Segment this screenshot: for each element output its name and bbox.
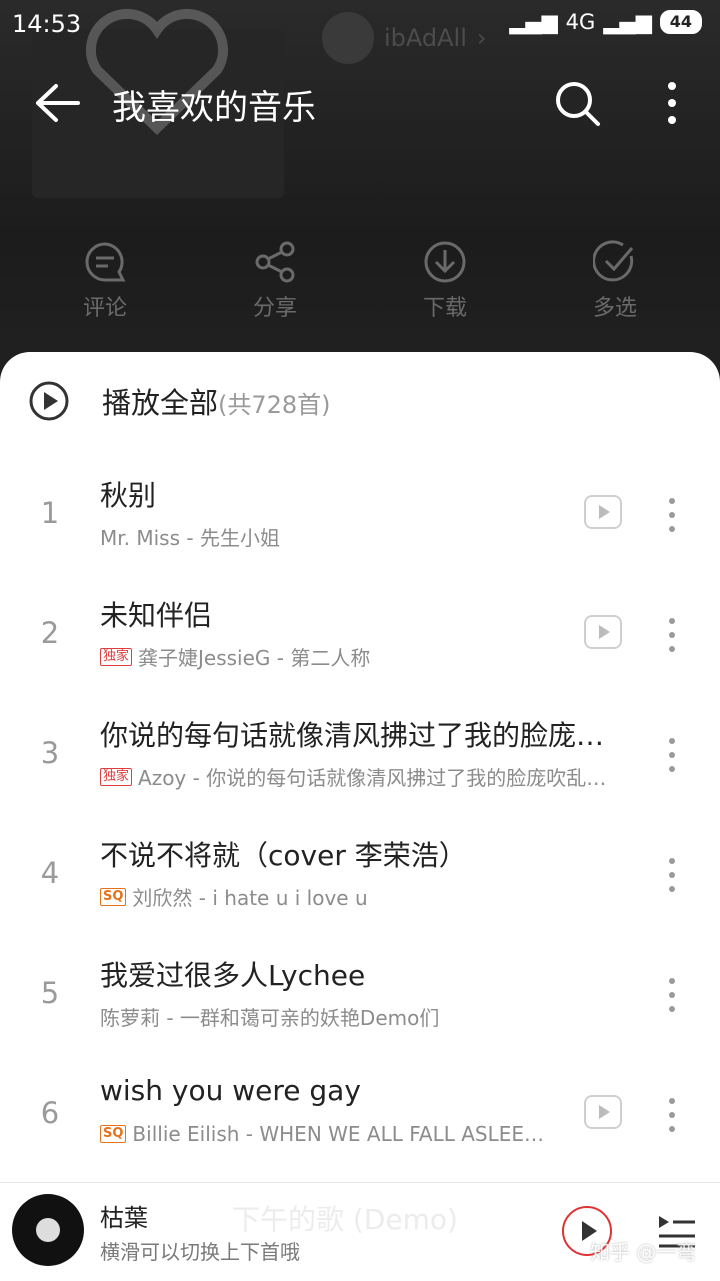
signal-icon-2: ▂▄▆ [603, 10, 652, 34]
song-artist-album: 独家 龚子婕JessieG - 第二人称 [100, 642, 550, 671]
download-icon [424, 241, 466, 283]
song-artist-album: SQ Billie Eilish - WHEN WE ALL FALL ASLEE… [100, 1122, 550, 1146]
more-vertical-icon[interactable] [662, 974, 682, 1014]
mv-play-icon[interactable] [584, 1095, 622, 1129]
dot [669, 872, 675, 878]
song-subtitle-text: Billie Eilish - WHEN WE ALL FALL ASLEEP,… [132, 1122, 550, 1146]
song-index: 3 [40, 736, 60, 770]
song-subtitle-text: Mr. Miss - 先生小姐 [100, 526, 280, 550]
battery-badge: 44 [659, 10, 702, 34]
user-name: ibAdAll [384, 24, 467, 52]
dot [669, 512, 675, 518]
song-row[interactable]: 5 我爱过很多人Lychee 陈萝莉 - 一群和蔼可亲的妖艳Demo们 [0, 932, 720, 1052]
song-artist-album: 独家 Azoy - 你说的每句话就像清风拂过了我的脸庞吹乱… [100, 762, 636, 791]
song-index: 1 [40, 496, 60, 530]
download-label: 下载 [422, 296, 467, 321]
play-all-button[interactable]: 播放全部(共728首) [28, 380, 331, 422]
multi-select-button[interactable]: 多选 [555, 240, 675, 322]
play-all-label: 播放全部(共728首) [102, 386, 331, 420]
comment-icon [85, 242, 126, 282]
song-subtitle-text: Azoy - 你说的每句话就像清风拂过了我的脸庞吹乱… [138, 766, 607, 790]
share-button[interactable]: 分享 [215, 240, 335, 322]
network-type: 4G [565, 10, 596, 34]
download-button[interactable]: 下载 [385, 240, 505, 322]
song-title: 未知伴侣 [100, 599, 213, 632]
more-vertical-icon[interactable] [652, 78, 692, 128]
dot [669, 1126, 675, 1132]
signal-icon: ▂▄▆ [509, 10, 558, 34]
dot [669, 498, 675, 504]
play-circle-icon [29, 381, 69, 421]
song-title: 不说不将就（cover 李荣浩） [100, 839, 467, 872]
more-vertical-icon[interactable] [662, 854, 682, 894]
song-index: 6 [40, 1096, 60, 1130]
dot [669, 632, 675, 638]
multi-select-label: 多选 [592, 296, 637, 321]
dot [669, 1098, 675, 1104]
share-icon [255, 241, 295, 283]
song-row[interactable]: 3 你说的每句话就像清风拂过了我的脸庞… 独家 Azoy - 你说的每句话就像清风拂过… [0, 692, 720, 812]
comment-label: 评论 [82, 296, 127, 321]
dot [669, 618, 675, 624]
song-title: 我爱过很多人Lychee [100, 959, 366, 992]
status-time: 14:53 [12, 10, 82, 38]
dot [669, 1112, 675, 1118]
share-label: 分享 [252, 296, 297, 321]
song-row[interactable]: 6 wish you were gay SQ Billie Eilish - WHEN… [0, 1052, 720, 1172]
song-title: 秋别 [100, 479, 157, 512]
now-playing-hint: 横滑可以切换上下首哦 [100, 1240, 300, 1264]
more-vertical-icon[interactable] [662, 494, 682, 534]
dot [669, 978, 675, 984]
song-artist-album: Mr. Miss - 先生小姐 [100, 522, 550, 551]
more-vertical-icon[interactable] [662, 614, 682, 654]
comment-button[interactable]: 评论 [45, 240, 165, 322]
song-index: 2 [40, 616, 60, 650]
status-bar-right: ▂▄▆ 4G ▂▄▆ 44 [509, 10, 702, 34]
song-artist-album: 陈萝莉 - 一群和蔼可亲的妖艳Demo们 [100, 1002, 636, 1031]
multi-select-icon [593, 240, 634, 282]
song-artist-album: SQ 刘欣然 - i hate u i love u [100, 882, 636, 911]
page-title: 我喜欢的音乐 [112, 88, 316, 128]
song-title: wish you were gay [100, 1074, 361, 1107]
song-row[interactable]: 2 未知伴侣独家 龚子婕JessieG - 第二人称 [0, 572, 720, 692]
user-chip[interactable]: ibAdAll › [322, 12, 487, 64]
now-playing-title: 枯葉 [100, 1204, 148, 1232]
dot [669, 858, 675, 864]
dot [669, 886, 675, 892]
dot [669, 752, 675, 758]
song-row[interactable]: 4 不说不将就（cover 李荣浩） SQ 刘欣然 - i hate u i love… [0, 812, 720, 932]
chevron-right-icon: › [476, 24, 487, 52]
mv-play-icon[interactable] [584, 615, 622, 649]
dot [669, 646, 675, 652]
album-disc[interactable] [12, 1194, 84, 1266]
dot [669, 766, 675, 772]
dot [669, 992, 675, 998]
song-subtitle-text: 刘欣然 - i hate u i love u [132, 886, 368, 910]
sq-badge: SQ [100, 1125, 127, 1143]
song-subtitle-text: 龚子婕JessieG - 第二人称 [138, 646, 371, 670]
dot [669, 1006, 675, 1012]
arrow-left-icon[interactable] [30, 78, 86, 128]
more-vertical-icon[interactable] [662, 734, 682, 774]
sq-badge: SQ [100, 887, 127, 906]
song-row[interactable]: 1 秋别 Mr. Miss - 先生小姐 [0, 452, 720, 572]
more-vertical-icon[interactable] [662, 1094, 682, 1134]
exclusive-badge: 独家 [100, 647, 133, 666]
avatar [322, 12, 374, 64]
watermark: 知乎 @一弯 [590, 1240, 697, 1264]
next-song-preview: 下午的歌 (Demo) [232, 1203, 458, 1236]
dot [669, 738, 675, 744]
song-count: (共728首) [218, 391, 331, 419]
search-icon[interactable] [552, 78, 602, 128]
mv-play-icon[interactable] [584, 495, 622, 529]
song-index: 5 [40, 976, 60, 1010]
song-subtitle-text: 陈萝莉 - 一群和蔼可亲的妖艳Demo们 [100, 1006, 440, 1030]
song-title: 你说的每句话就像清风拂过了我的脸庞… [100, 719, 605, 752]
dot [669, 526, 675, 532]
song-index: 4 [40, 856, 60, 890]
exclusive-badge: 独家 [100, 767, 133, 786]
